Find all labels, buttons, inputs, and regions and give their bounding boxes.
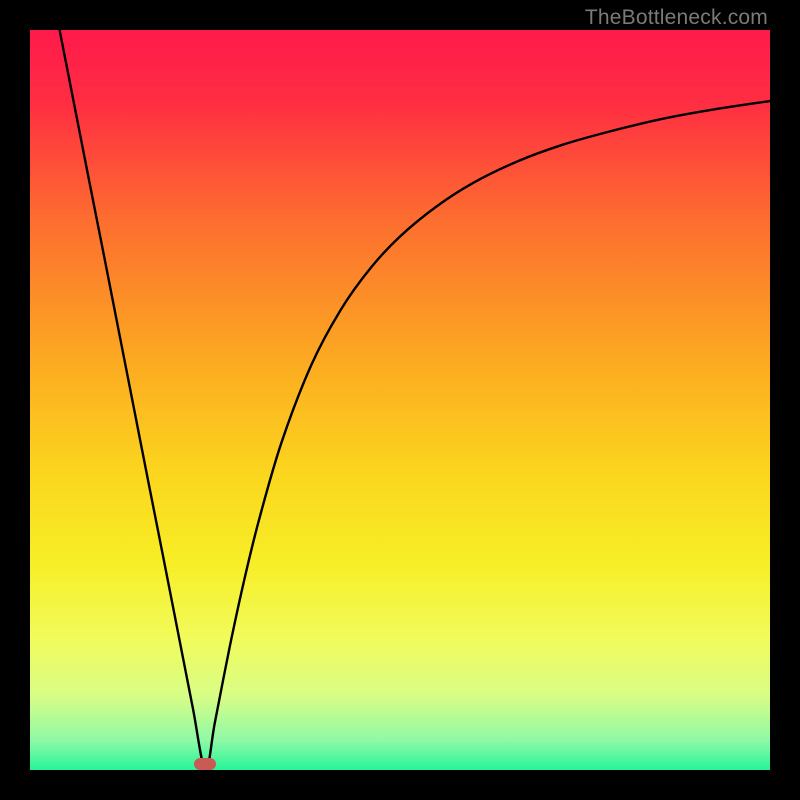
bottleneck-curve	[30, 30, 770, 770]
chart-frame: TheBottleneck.com	[0, 0, 800, 800]
plot-area	[30, 30, 770, 770]
watermark-text: TheBottleneck.com	[585, 6, 768, 30]
minimum-marker	[194, 758, 216, 770]
